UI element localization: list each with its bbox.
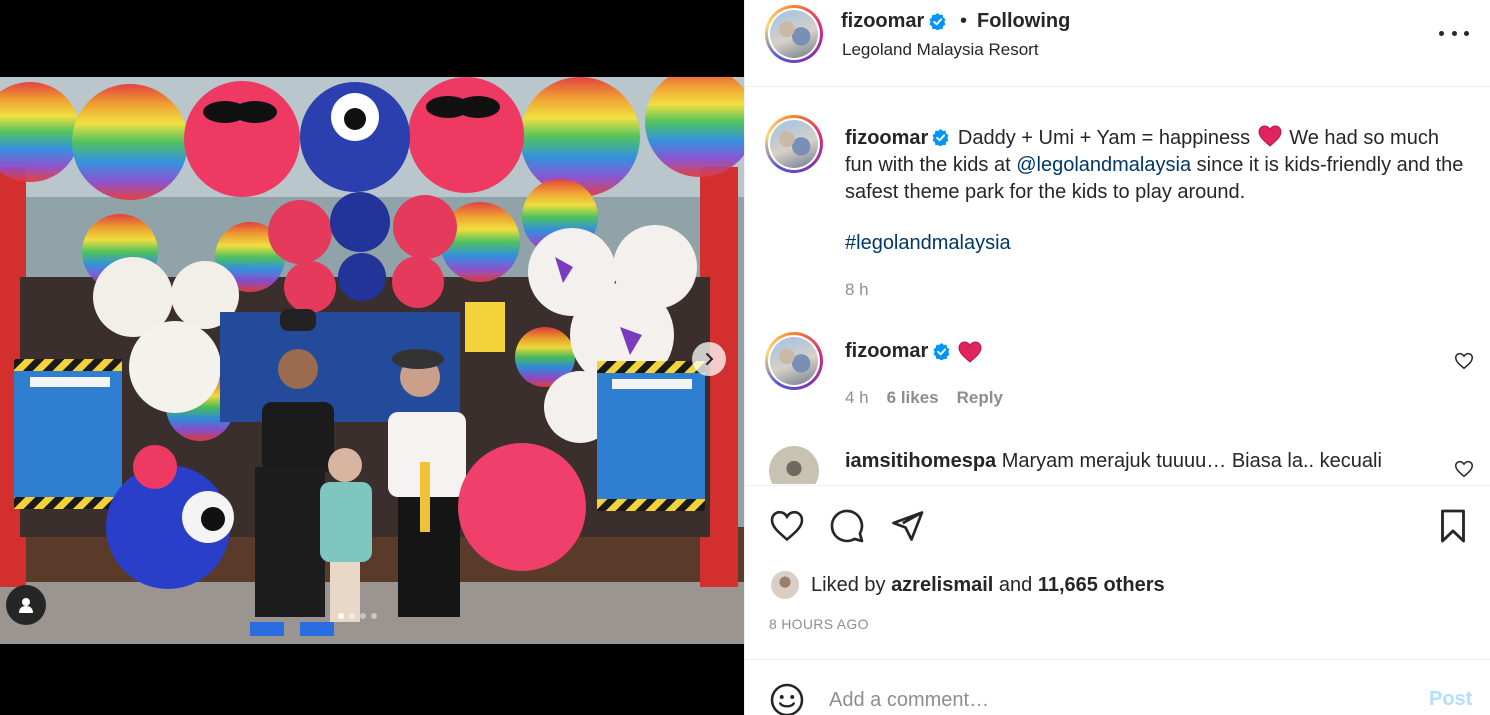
- bookmark-icon[interactable]: [1435, 508, 1471, 544]
- caption-username[interactable]: fizoomar: [845, 127, 928, 149]
- comment-body: Maryam merajuk tuuuu… Biasa la.. kecuali: [1001, 450, 1382, 472]
- liked-by: Liked by azrelismail and 11,665 others: [769, 569, 1165, 601]
- red-heart-emoji-icon: [958, 340, 982, 363]
- carousel-dot: [349, 613, 355, 619]
- post-comment-button[interactable]: Post: [1429, 688, 1472, 711]
- comment-composer: Post: [745, 659, 1490, 715]
- post-photo[interactable]: [0, 77, 744, 644]
- post-timestamp[interactable]: 8 HOURS AGO: [769, 616, 869, 632]
- carousel-indicator: [338, 613, 377, 619]
- verified-badge-icon: [932, 127, 949, 147]
- more-options-icon[interactable]: [1439, 22, 1469, 44]
- liked-by-joiner: and: [998, 573, 1033, 596]
- caption-text: fizoomar Daddy + Umi + Yam = happiness W…: [845, 125, 1471, 206]
- comment-likes[interactable]: 6 likes: [887, 388, 939, 408]
- location-link[interactable]: Legoland Malaysia Resort: [842, 40, 1039, 60]
- caption-time[interactable]: 8 h: [845, 280, 869, 300]
- hashtag-link[interactable]: #legolandmalaysia: [845, 232, 1011, 255]
- emoji-icon[interactable]: [769, 682, 805, 715]
- verified-badge-icon: [929, 13, 946, 30]
- comment-heart-icon[interactable]: [1453, 350, 1475, 372]
- comment-time[interactable]: 4 h: [845, 388, 869, 408]
- action-bar: [745, 485, 1490, 563]
- comment-avatar[interactable]: [765, 332, 823, 390]
- user-tag-icon: [19, 598, 33, 613]
- carousel-next-button[interactable]: [692, 342, 726, 376]
- carousel-dot-active: [338, 613, 344, 619]
- tagged-users-button[interactable]: [6, 585, 46, 625]
- caption-avatar[interactable]: [765, 115, 823, 173]
- author-username-text[interactable]: fizoomar: [841, 10, 924, 33]
- likes-count[interactable]: 11,665 others: [1038, 574, 1165, 597]
- chevron-right-icon: [706, 353, 714, 365]
- heart-icon[interactable]: [769, 508, 805, 544]
- verified-badge-icon: [933, 343, 950, 360]
- comment-username[interactable]: fizoomar: [845, 340, 928, 363]
- mention-link[interactable]: @legolandmalaysia: [1016, 154, 1191, 176]
- comment-text: iamsitihomespa Maryam merajuk tuuuu… Bia…: [845, 450, 1382, 473]
- liked-by-prefix: Liked by: [811, 573, 886, 596]
- comment-meta: 4 h 6 likes Reply: [845, 388, 1003, 408]
- comment-username[interactable]: iamsitihomespa: [845, 450, 996, 472]
- red-heart-emoji-icon: [1258, 125, 1282, 147]
- following-button[interactable]: Following: [977, 10, 1070, 33]
- share-icon[interactable]: [889, 508, 925, 544]
- post-header: fizoomar • Following Legoland Malaysia R…: [745, 0, 1490, 87]
- photo-illustration: [0, 77, 744, 644]
- liker-username[interactable]: azrelismail: [891, 574, 993, 597]
- header-separator: •: [960, 10, 968, 32]
- comments-section: fizoomar Daddy + Umi + Yam = happiness W…: [745, 88, 1490, 484]
- carousel-dot: [360, 613, 366, 619]
- post-media: [0, 0, 744, 715]
- author-avatar[interactable]: [765, 5, 823, 63]
- comment-avatar[interactable]: [769, 446, 819, 484]
- author-username[interactable]: fizoomar: [841, 10, 946, 33]
- comment-icon[interactable]: [829, 508, 865, 544]
- carousel-dot: [371, 613, 377, 619]
- comment-text: fizoomar: [845, 340, 984, 363]
- post-panel: fizoomar • Following Legoland Malaysia R…: [744, 0, 1490, 715]
- comment-input[interactable]: [829, 686, 1389, 714]
- liker-avatar[interactable]: [769, 569, 801, 601]
- reply-button[interactable]: Reply: [957, 388, 1003, 408]
- caption-text-part-1: Daddy + Umi + Yam = happiness: [957, 127, 1251, 149]
- comment-heart-icon[interactable]: [1453, 458, 1475, 480]
